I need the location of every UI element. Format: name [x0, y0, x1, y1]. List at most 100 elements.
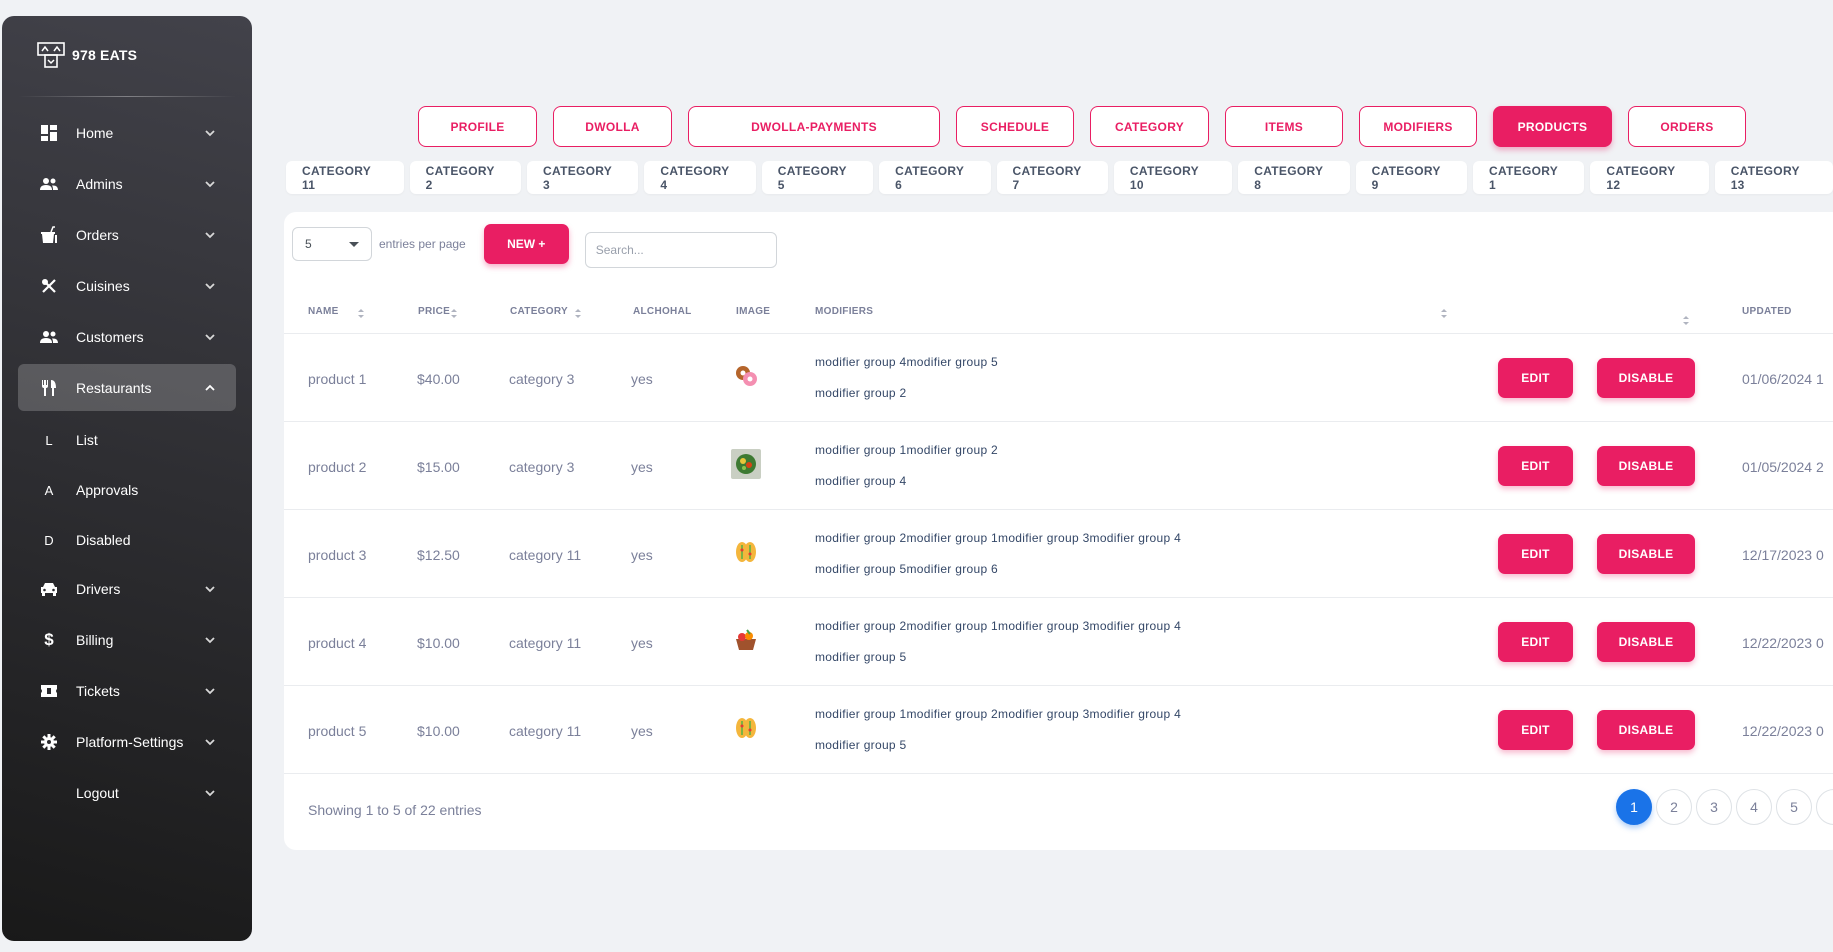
- edit-button[interactable]: EDIT: [1498, 358, 1573, 398]
- page-button[interactable]: 2: [1656, 789, 1692, 825]
- category-tab[interactable]: CATEGORY 2: [409, 161, 522, 194]
- product-updated: 12/22/2023 0: [1742, 723, 1824, 739]
- tab-dwolla[interactable]: DWOLLA: [553, 106, 672, 147]
- sidebar-item-cuisines[interactable]: Cuisines: [18, 262, 236, 309]
- tab-category[interactable]: CATEGORY: [1090, 106, 1209, 147]
- chevron-down-icon: [205, 738, 215, 745]
- sort-icon[interactable]: [1441, 309, 1447, 319]
- sidebar-subitem-disabled[interactable]: D Disabled: [18, 515, 236, 565]
- sort-icon[interactable]: [575, 309, 581, 319]
- product-alcohol: yes: [631, 723, 653, 739]
- product-name: product 3: [308, 547, 367, 563]
- sidebar-item-customers[interactable]: Customers: [18, 313, 236, 360]
- category-tab[interactable]: CATEGORY 13: [1714, 161, 1833, 194]
- sort-icon[interactable]: [1683, 316, 1689, 326]
- chevron-down-icon: [205, 687, 215, 694]
- page-button[interactable]: 3: [1696, 789, 1732, 825]
- chevron-down-icon: [205, 282, 215, 289]
- sidebar-item-drivers[interactable]: Drivers: [18, 565, 236, 612]
- new-product-button[interactable]: NEW +: [483, 224, 569, 264]
- brand-logo-icon: [37, 42, 65, 68]
- sidebar-item-admins[interactable]: Admins: [18, 160, 236, 207]
- tab-profile[interactable]: PROFILE: [418, 106, 537, 147]
- sort-icon[interactable]: [358, 309, 364, 319]
- sidebar-subitem-approvals[interactable]: A Approvals: [18, 465, 236, 515]
- product-price: $10.00: [417, 635, 460, 651]
- disable-button[interactable]: DISABLE: [1597, 358, 1695, 398]
- disable-button[interactable]: DISABLE: [1597, 710, 1695, 750]
- category-tab[interactable]: CATEGORY 9: [1355, 161, 1467, 194]
- sidebar-item-home[interactable]: Home: [18, 109, 236, 156]
- edit-button[interactable]: EDIT: [1498, 534, 1573, 574]
- category-tab[interactable]: CATEGORY 7: [996, 161, 1108, 194]
- category-tab[interactable]: CATEGORY 1: [1473, 161, 1585, 194]
- column-header-category[interactable]: CATEGORY: [510, 306, 568, 317]
- disable-button[interactable]: DISABLE: [1597, 622, 1695, 662]
- column-header-modifiers[interactable]: MODIFIERS: [815, 306, 873, 317]
- column-header-price[interactable]: PRICE: [418, 306, 450, 317]
- sidebar-item-logout[interactable]: Logout: [18, 769, 236, 816]
- tab-items[interactable]: ITEMS: [1225, 106, 1343, 147]
- takeout-icon: [40, 225, 58, 244]
- brand[interactable]: 978 EATS: [36, 40, 137, 70]
- edit-button[interactable]: EDIT: [1498, 710, 1573, 750]
- edit-button[interactable]: EDIT: [1498, 622, 1573, 662]
- tab-products[interactable]: PRODUCTS: [1493, 106, 1612, 147]
- column-header-updated[interactable]: UPDATED: [1742, 306, 1792, 317]
- category-tab[interactable]: CATEGORY 8: [1238, 161, 1350, 194]
- product-modifiers: modifier group 2modifier group 1modifier…: [815, 523, 1181, 585]
- top-tabs: PROFILE DWOLLA DWOLLA-PAYMENTS SCHEDULE …: [418, 106, 1746, 147]
- page-button[interactable]: 5: [1776, 789, 1812, 825]
- sidebar-subitem-list[interactable]: L List: [18, 415, 236, 465]
- tab-modifiers[interactable]: MODIFIERS: [1359, 106, 1477, 147]
- disable-button[interactable]: DISABLE: [1597, 446, 1695, 486]
- sidebar-item-billing[interactable]: $ Billing: [18, 616, 236, 663]
- sort-icon[interactable]: [451, 309, 457, 319]
- product-modifiers: modifier group 1modifier group 2 modifie…: [815, 435, 998, 497]
- category-tab[interactable]: CATEGORY 5: [761, 161, 874, 194]
- tab-dwolla-payments[interactable]: DWOLLA-PAYMENTS: [688, 106, 940, 147]
- sidebar-nav: Home Admins Orders Cuisines Customers Re…: [18, 109, 236, 820]
- tab-schedule[interactable]: SCHEDULE: [956, 106, 1074, 147]
- column-header-alcohol[interactable]: ALCHOHAL: [633, 306, 692, 317]
- disable-button[interactable]: DISABLE: [1597, 534, 1695, 574]
- tab-orders[interactable]: ORDERS: [1628, 106, 1746, 147]
- category-tab[interactable]: CATEGORY 3: [527, 161, 639, 194]
- column-header-name[interactable]: NAME: [308, 306, 339, 317]
- product-modifiers: modifier group 4modifier group 5 modifie…: [815, 347, 998, 409]
- sidebar-item-orders[interactable]: Orders: [18, 211, 236, 258]
- product-price: $15.00: [417, 459, 460, 475]
- page-button[interactable]: 1: [1616, 789, 1652, 825]
- brand-name: 978 EATS: [72, 47, 138, 63]
- category-tab[interactable]: CATEGORY 6: [879, 161, 991, 194]
- product-updated: 01/05/2024 2: [1742, 459, 1824, 475]
- sidebar-subitem-letter: A: [44, 482, 54, 498]
- search-input[interactable]: [584, 232, 777, 268]
- entries-per-page-select[interactable]: 5: [292, 227, 372, 261]
- table-header: NAME PRICE CATEGORY ALCHOHAL IMAGE MODIF…: [284, 292, 1833, 334]
- product-alcohol: yes: [631, 547, 653, 563]
- category-tab[interactable]: CATEGORY 10: [1113, 161, 1233, 194]
- product-modifiers: modifier group 1modifier group 2modifier…: [815, 699, 1181, 761]
- chevron-down-icon: [205, 636, 215, 643]
- sidebar-item-tickets[interactable]: Tickets: [18, 667, 236, 714]
- edit-button[interactable]: EDIT: [1498, 446, 1573, 486]
- column-header-image[interactable]: IMAGE: [736, 306, 770, 317]
- entries-per-page-label: entries per page: [379, 237, 466, 251]
- product-updated: 12/22/2023 0: [1742, 635, 1824, 651]
- page-button[interactable]: 4: [1736, 789, 1772, 825]
- sidebar-item-label: Admins: [76, 175, 123, 192]
- caret-down-icon: [349, 241, 359, 247]
- product-name: product 2: [308, 459, 367, 475]
- brand-divider: [18, 96, 236, 97]
- table-row: product 2 $15.00 category 3 yes modifier…: [284, 422, 1833, 510]
- category-tab[interactable]: CATEGORY 12: [1590, 161, 1709, 194]
- sidebar-item-restaurants[interactable]: Restaurants: [18, 364, 236, 411]
- product-alcohol: yes: [631, 459, 653, 475]
- category-tab[interactable]: CATEGORY 11: [286, 161, 404, 194]
- sidebar-item-platform-settings[interactable]: Platform-Settings: [18, 718, 236, 765]
- sidebar: 978 EATS Home Admins Orders Cuisines Cus…: [2, 16, 252, 941]
- product-modifiers: modifier group 2modifier group 1modifier…: [815, 611, 1181, 673]
- category-tab[interactable]: CATEGORY 4: [644, 161, 756, 194]
- page-next-button[interactable]: [1816, 789, 1833, 825]
